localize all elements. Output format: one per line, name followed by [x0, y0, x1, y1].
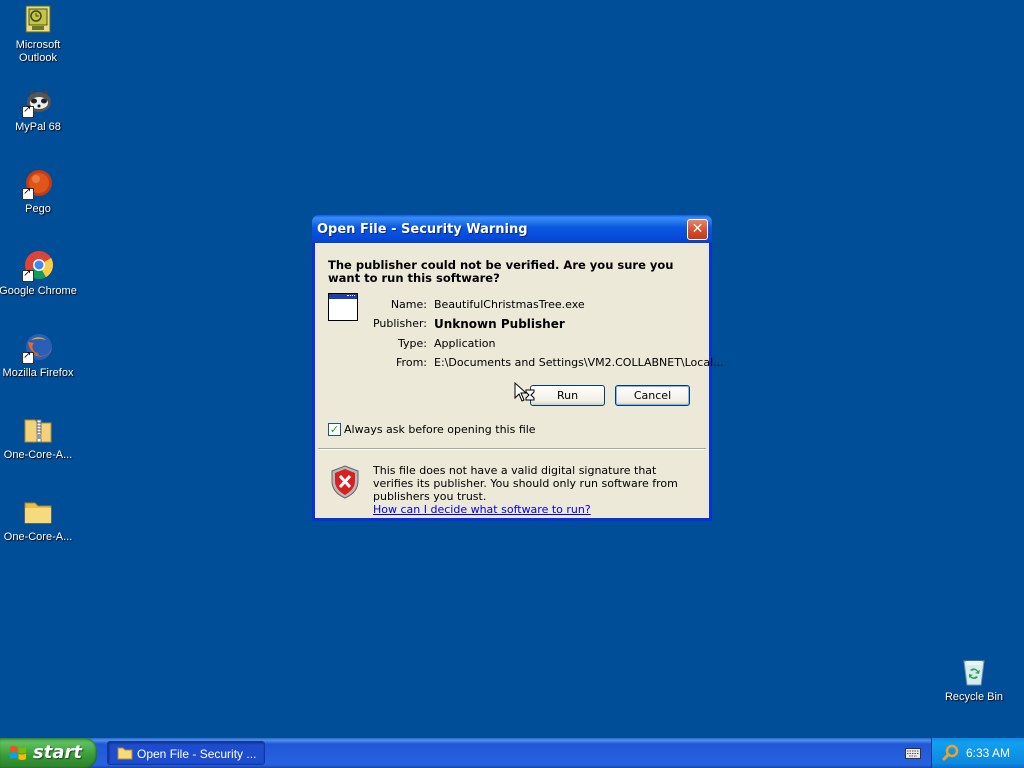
type-label: Type: — [398, 337, 427, 350]
system-tray: 6:33 AM — [931, 738, 1024, 768]
desktop-icon-label: Google Chrome — [0, 285, 77, 297]
desktop-icon-one-core-folder[interactable]: One-Core-A... — [0, 496, 78, 544]
desktop-icon-one-core-zip[interactable]: One-Core-A... — [0, 414, 78, 462]
from-value: E:\Documents and Settings\VM2.COLLABNET\… — [434, 356, 724, 369]
pego-icon — [22, 168, 54, 200]
desktop-icon-label: Microsoft Outlook — [15, 39, 61, 64]
publisher-label: Publisher: — [372, 317, 427, 330]
desktop-icon-label: One-Core-A... — [3, 531, 73, 543]
folder-icon — [22, 496, 54, 528]
start-label: start — [33, 742, 82, 763]
always-ask-checkbox[interactable]: ✓ — [328, 423, 341, 436]
cancel-button[interactable]: Cancel — [615, 385, 690, 406]
from-row: From: E:\Documents and Settings\VM2.COLL… — [370, 356, 724, 370]
desktop-icon-firefox[interactable]: Mozilla Firefox — [0, 332, 78, 380]
signature-warning-text: This file does not have a valid digital … — [373, 464, 678, 503]
security-warning-dialog: Open File - Security Warning ✕ The publi… — [312, 215, 724, 521]
taskbar-item-label: Open File - Security ... — [137, 747, 257, 761]
zip-folder-icon — [22, 414, 54, 446]
publisher-value: Unknown Publisher — [434, 317, 565, 331]
type-value: Application — [434, 337, 496, 350]
from-label: From: — [396, 356, 427, 369]
dialog-body: The publisher could not be verified. Are… — [315, 243, 724, 518]
desktop-icon-label: Pego — [25, 203, 51, 215]
desktop-icon-recycle-bin[interactable]: Recycle Bin — [934, 656, 1014, 704]
name-value: BeautifulChristmasTree.exe — [434, 298, 585, 311]
desktop-icon-chrome[interactable]: Google Chrome — [0, 250, 78, 298]
desktop-icon-label: MyPal 68 — [15, 121, 61, 133]
signature-warning: This file does not have a valid digital … — [373, 464, 698, 516]
dialog-titlebar[interactable]: Open File - Security Warning ✕ — [312, 215, 712, 243]
shield-error-icon — [331, 465, 359, 499]
close-button[interactable]: ✕ — [687, 219, 708, 240]
magnifier-icon[interactable] — [942, 744, 960, 762]
desktop-icon-pego[interactable]: Pego — [0, 168, 78, 216]
desktop-icon-label: Mozilla Firefox — [2, 367, 74, 379]
help-link[interactable]: How can I decide what software to run? — [373, 503, 591, 516]
mypal-icon — [22, 86, 54, 118]
name-label: Name: — [390, 298, 427, 311]
application-icon — [328, 293, 358, 321]
keyboard-icon[interactable] — [905, 747, 921, 759]
type-row: Type: Application — [370, 337, 700, 351]
shortcut-arrow-icon — [22, 186, 34, 200]
shortcut-arrow-icon — [22, 350, 34, 364]
publisher-row: Publisher: Unknown Publisher — [370, 317, 700, 331]
desktop-icon-label: Recycle Bin — [944, 691, 1004, 703]
folder-icon — [117, 747, 133, 760]
shortcut-arrow-icon — [22, 104, 34, 118]
start-button[interactable]: start — [0, 738, 97, 768]
shortcut-arrow-icon — [22, 268, 34, 282]
desktop-icon-outlook[interactable]: Microsoft Outlook — [0, 4, 78, 65]
chrome-icon — [22, 250, 54, 282]
outlook-icon — [22, 4, 54, 36]
desktop-icon-mypal[interactable]: MyPal 68 — [0, 86, 78, 134]
close-icon: ✕ — [691, 221, 704, 237]
recycle-bin-icon — [958, 656, 990, 688]
desktop-icon-label: One-Core-A... — [3, 449, 73, 461]
name-row: Name: BeautifulChristmasTree.exe — [370, 298, 700, 312]
run-button[interactable]: Run — [530, 385, 605, 406]
divider — [318, 448, 706, 450]
taskbar-item-security-warning[interactable]: Open File - Security ... — [107, 741, 265, 765]
clock[interactable]: 6:33 AM — [966, 746, 1010, 760]
publisher-question: The publisher could not be verified. Are… — [328, 258, 674, 285]
dialog-title: Open File - Security Warning — [317, 222, 528, 237]
taskbar: start Open File - Security ... 6:33 AM — [0, 738, 1024, 768]
windows-logo-icon — [10, 745, 26, 760]
busy-cursor-icon — [514, 382, 535, 402]
firefox-icon — [22, 332, 54, 364]
always-ask-label[interactable]: Always ask before opening this file — [344, 423, 536, 436]
